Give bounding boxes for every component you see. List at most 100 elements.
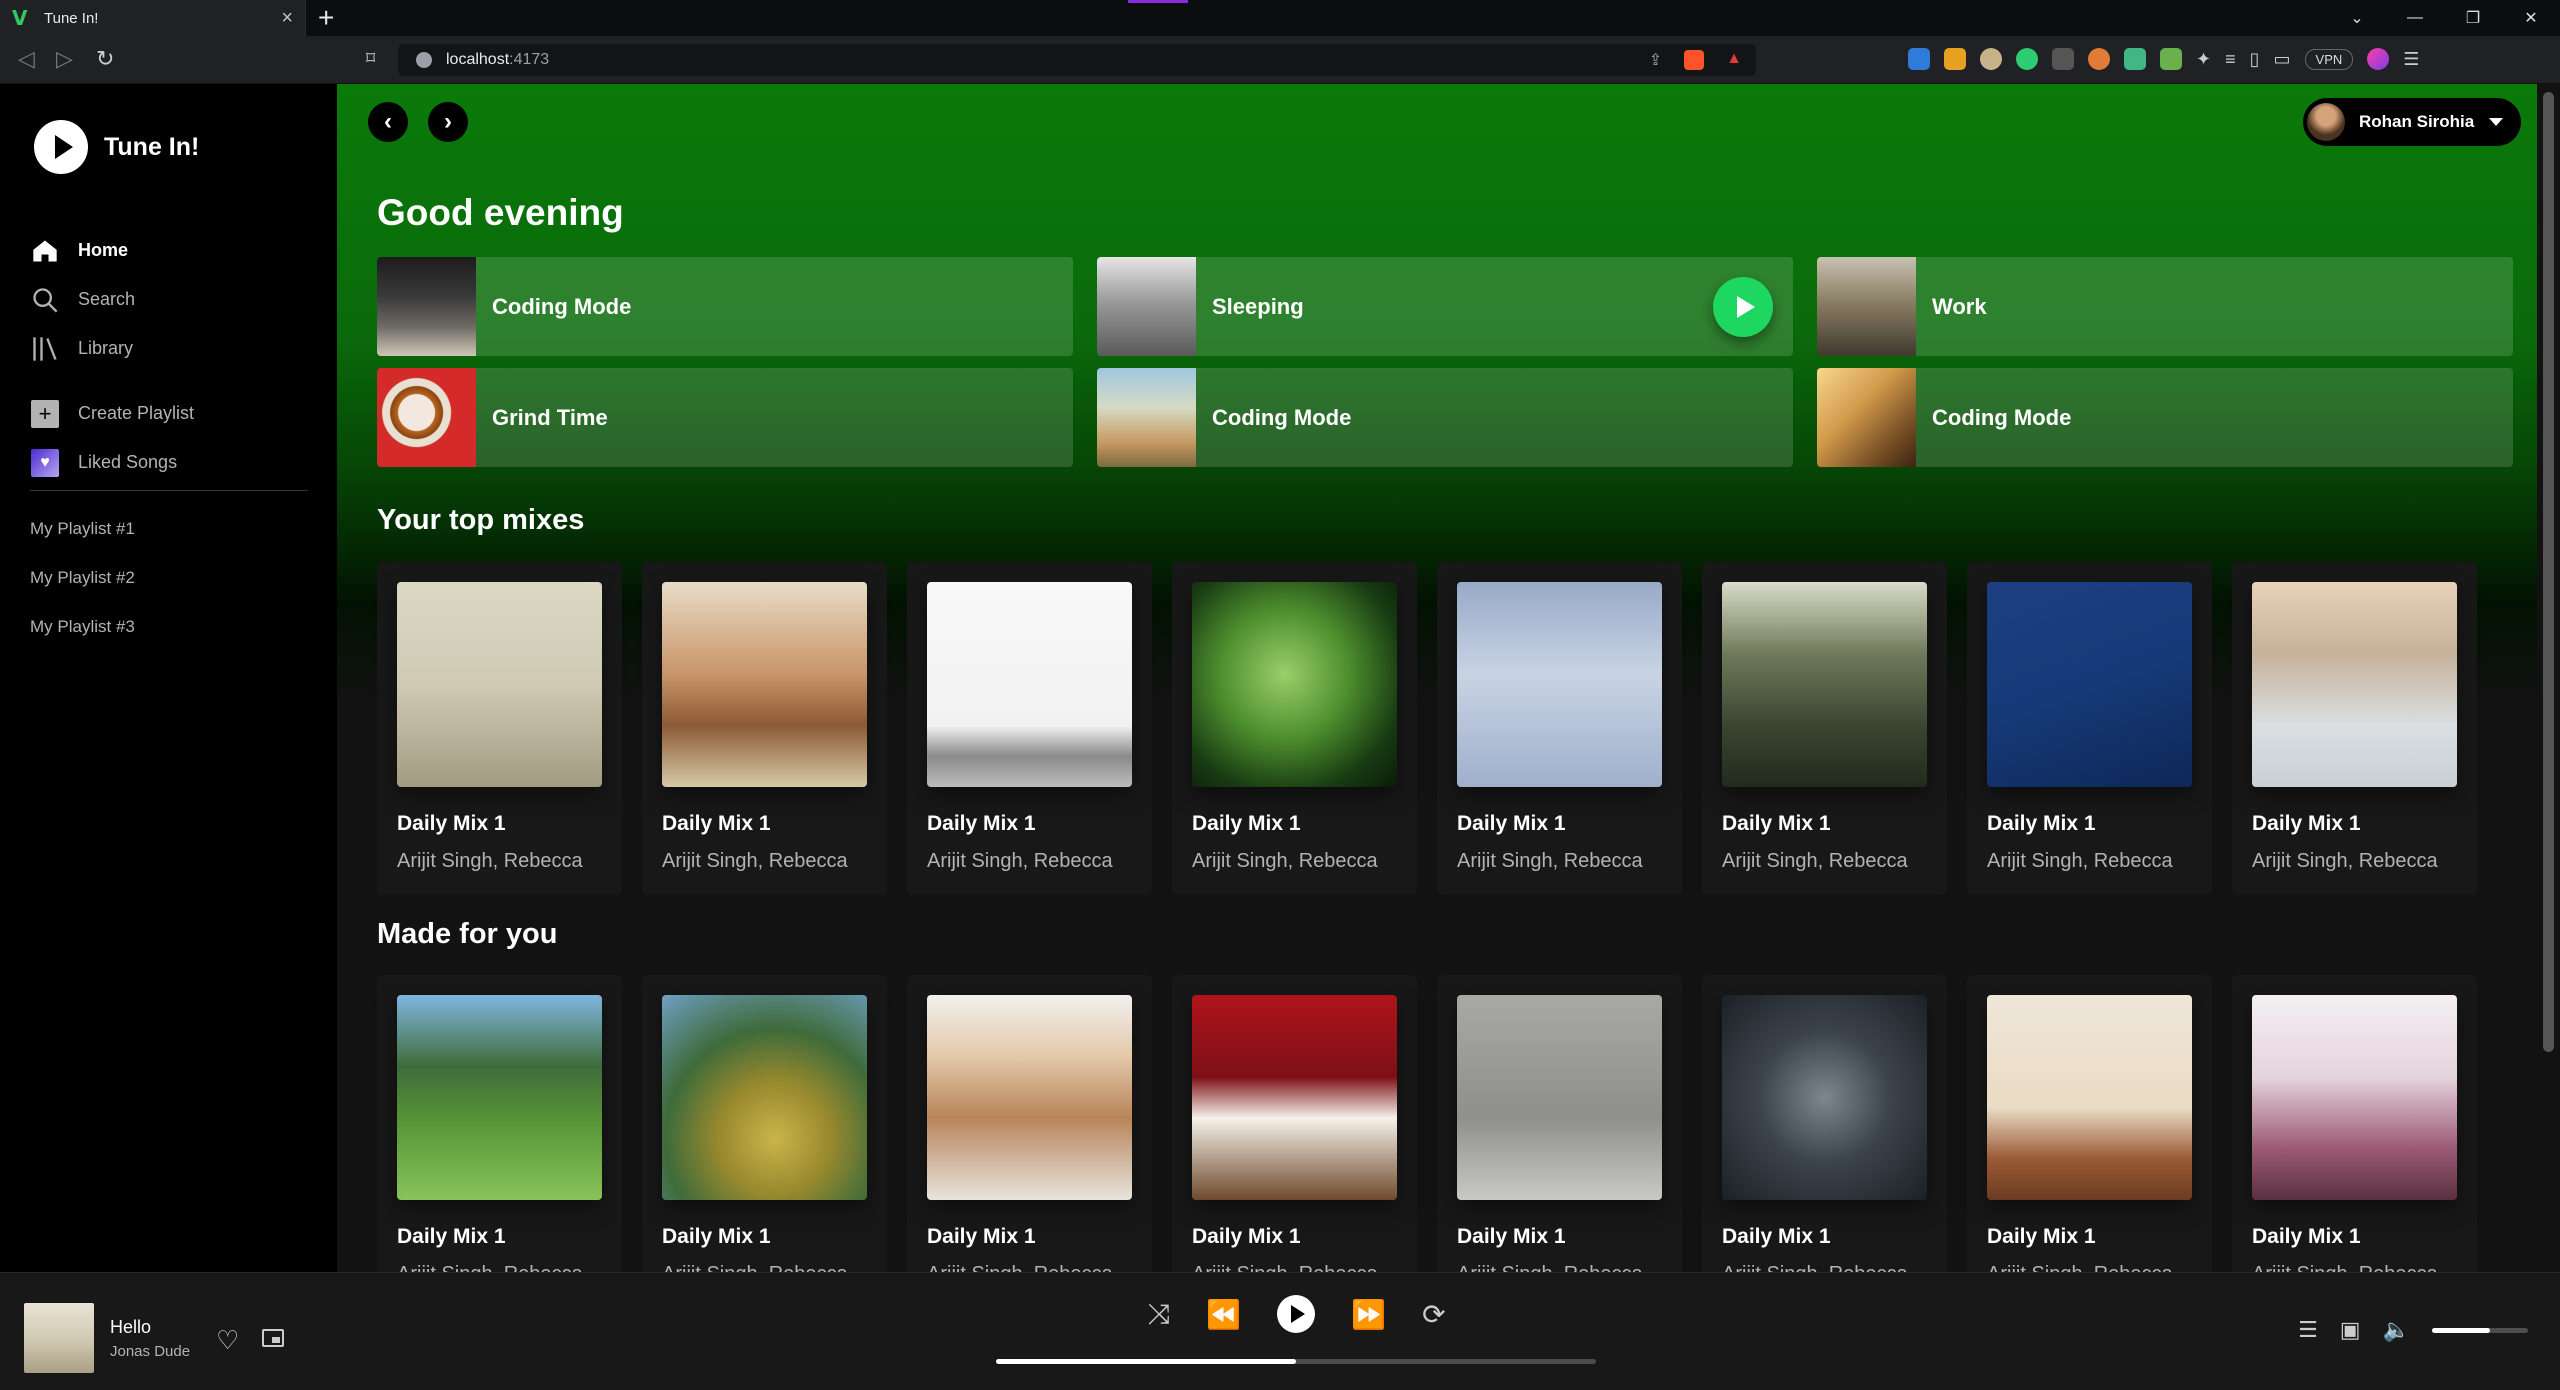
now-playing-artist[interactable]: Jonas Dude [110,1343,190,1360]
mix-title: Daily Mix 1 [2252,1225,2361,1248]
mix-subtitle: Arijit Singh, Rebecca [2252,1263,2457,1272]
mix-art [1192,582,1397,787]
mix-card[interactable]: Daily Mix 1 Arijit Singh, Rebecca [642,562,887,895]
sidebar-item-label: Home [78,240,129,260]
quick-pick-card[interactable]: Coding Mode [377,257,1073,356]
extension-icon[interactable] [1908,48,1930,70]
sidebar-item-home[interactable]: Home [30,226,194,275]
next-icon[interactable]: ⏩ [1351,1298,1386,1331]
quick-pick-card[interactable]: Work [1817,257,2513,356]
main-scrollbar[interactable] [2537,84,2560,1272]
brave-rewards-icon[interactable]: ▲ [1726,50,1742,70]
address-bar[interactable]: localhost :4173 ⇪ ▲ [398,44,1756,76]
tab-search-icon[interactable]: ⌄ [2328,8,2386,28]
sidebar-item-library[interactable]: Library [30,324,194,373]
quick-pick-art [1817,257,1916,356]
shuffle-icon[interactable]: ⤨ [1148,1298,1170,1331]
mix-card[interactable]: Daily Mix 1 Arijit Singh, Rebecca [377,562,622,895]
extension-icon[interactable] [1944,48,1966,70]
user-menu-button[interactable]: Rohan Sirohia [2303,98,2521,146]
play-pause-button[interactable] [1277,1295,1316,1333]
mix-card[interactable]: Daily Mix 1 Arijit Singh, Rebecca [1702,562,1947,895]
new-tab-button[interactable]: + [318,2,334,34]
mix-title: Daily Mix 1 [397,1225,506,1248]
picture-in-picture-icon[interactable] [262,1329,284,1347]
mix-art [2252,995,2457,1200]
reading-list-icon[interactable]: ≡ [2225,49,2236,70]
sidebar-playlist-item[interactable]: My Playlist #2 [30,553,135,602]
brave-shields-icon[interactable] [1684,50,1705,70]
create-playlist-button[interactable]: + Create Playlist [30,389,194,438]
scrollbar-thumb[interactable] [2543,92,2554,1052]
extensions-puzzle-icon[interactable]: ✦ [2196,49,2211,70]
section-title: Made for you [377,918,558,950]
sidebar-playlist-item[interactable]: My Playlist #1 [30,504,135,553]
browser-tab[interactable]: V Tune In! × [0,0,306,36]
sidebar-item-search[interactable]: Search [30,275,194,324]
mix-card[interactable]: Daily Mix 1 Arijit Singh, Rebecca [907,975,1152,1272]
quick-pick-card[interactable]: Coding Mode [1817,368,2513,467]
history-back-button[interactable]: ‹ [368,102,408,142]
playback-controls: ⤨ ⏪ ⏩ ⟳ [1148,1295,1446,1333]
app-logo[interactable]: Tune In! [34,120,199,174]
extension-icon[interactable] [2016,48,2038,70]
vue-devtools-icon[interactable] [2124,48,2146,70]
quick-pick-card[interactable]: Sleeping [1097,257,1793,356]
play-button[interactable] [1713,277,1773,337]
share-icon[interactable]: ⇪ [1649,50,1662,70]
extension-icon[interactable] [2088,48,2110,70]
mix-card[interactable]: Daily Mix 1 Arijit Singh, Rebecca [642,975,887,1272]
extension-icon[interactable] [1980,48,2002,70]
extension-icon[interactable] [2052,48,2074,70]
mix-card[interactable]: Daily Mix 1 Arijit Singh, Rebecca [1172,975,1417,1272]
previous-icon[interactable]: ⏪ [1206,1298,1241,1331]
browser-back-icon[interactable]: ◁ [18,46,35,72]
mix-card[interactable]: Daily Mix 1 Arijit Singh, Rebecca [1437,562,1682,895]
vpn-button[interactable]: VPN [2304,48,2354,70]
mix-card[interactable]: Daily Mix 1 Arijit Singh, Rebecca [2232,562,2477,895]
restore-icon[interactable]: ❐ [2444,8,2502,28]
extension-icon[interactable] [2160,48,2182,70]
profile-avatar-icon[interactable] [2367,48,2390,70]
card-row: Daily Mix 1 Arijit Singh, Rebecca Daily M… [377,975,2477,1272]
mix-card[interactable]: Daily Mix 1 Arijit Singh, Rebecca [2232,975,2477,1272]
window-close-icon[interactable]: ✕ [2502,8,2560,28]
browser-menu-icon[interactable]: ☰ [2403,49,2419,70]
mix-card[interactable]: Daily Mix 1 Arijit Singh, Rebecca [1702,975,1947,1272]
mix-card[interactable]: Daily Mix 1 Arijit Singh, Rebecca [1967,975,2212,1272]
volume-slider[interactable] [2432,1327,2528,1333]
minimize-icon[interactable]: — [2386,9,2444,27]
history-forward-button[interactable]: › [428,102,468,142]
repeat-icon[interactable]: ⟳ [1422,1298,1445,1331]
sidebar-playlist-item[interactable]: My Playlist #3 [30,602,135,651]
wallet-icon[interactable]: ▭ [2274,49,2291,70]
mix-subtitle: Arijit Singh, Rebecca [1987,850,2173,872]
mix-card[interactable]: Daily Mix 1 Arijit Singh, Rebecca [1172,562,1417,895]
sidebar-item-label: Library [78,338,134,358]
mix-title: Daily Mix 1 [2252,812,2361,835]
volume-icon[interactable]: 🔈 [2383,1317,2410,1343]
mix-card[interactable]: Daily Mix 1 Arijit Singh, Rebecca [907,562,1152,895]
create-playlist-label: Create Playlist [78,403,195,423]
mix-card[interactable]: Daily Mix 1 Arijit Singh, Rebecca [1967,562,2212,895]
mix-card[interactable]: Daily Mix 1 Arijit Singh, Rebecca [377,975,622,1272]
playback-progress-bar[interactable] [996,1359,1596,1364]
sidebar-item-label: Search [78,289,136,309]
mix-card[interactable]: Daily Mix 1 Arijit Singh, Rebecca [1437,975,1682,1272]
liked-songs-button[interactable]: ♥ Liked Songs [30,438,194,487]
like-heart-icon[interactable]: ♡ [216,1325,239,1356]
reload-icon[interactable]: ↻ [96,46,114,72]
bookmark-icon[interactable]: ⌑ [366,48,375,69]
now-playing-title[interactable]: Hello [110,1317,151,1338]
card-row: Daily Mix 1 Arijit Singh, Rebecca Daily M… [377,562,2477,895]
quick-pick-card[interactable]: Coding Mode [1097,368,1793,467]
site-info-icon[interactable] [416,52,432,68]
queue-icon[interactable]: ☰ [2298,1317,2318,1343]
tab-close-icon[interactable]: × [281,7,293,30]
quick-pick-card[interactable]: Grind Time [377,368,1073,467]
browser-forward-icon[interactable]: ▷ [56,46,73,72]
devices-icon[interactable]: ▣ [2340,1317,2361,1343]
now-playing-art[interactable] [24,1303,94,1373]
sidebar-toggle-icon[interactable]: ▯ [2250,49,2260,70]
mix-subtitle: Arijit Singh, Rebecca [1457,850,1643,872]
